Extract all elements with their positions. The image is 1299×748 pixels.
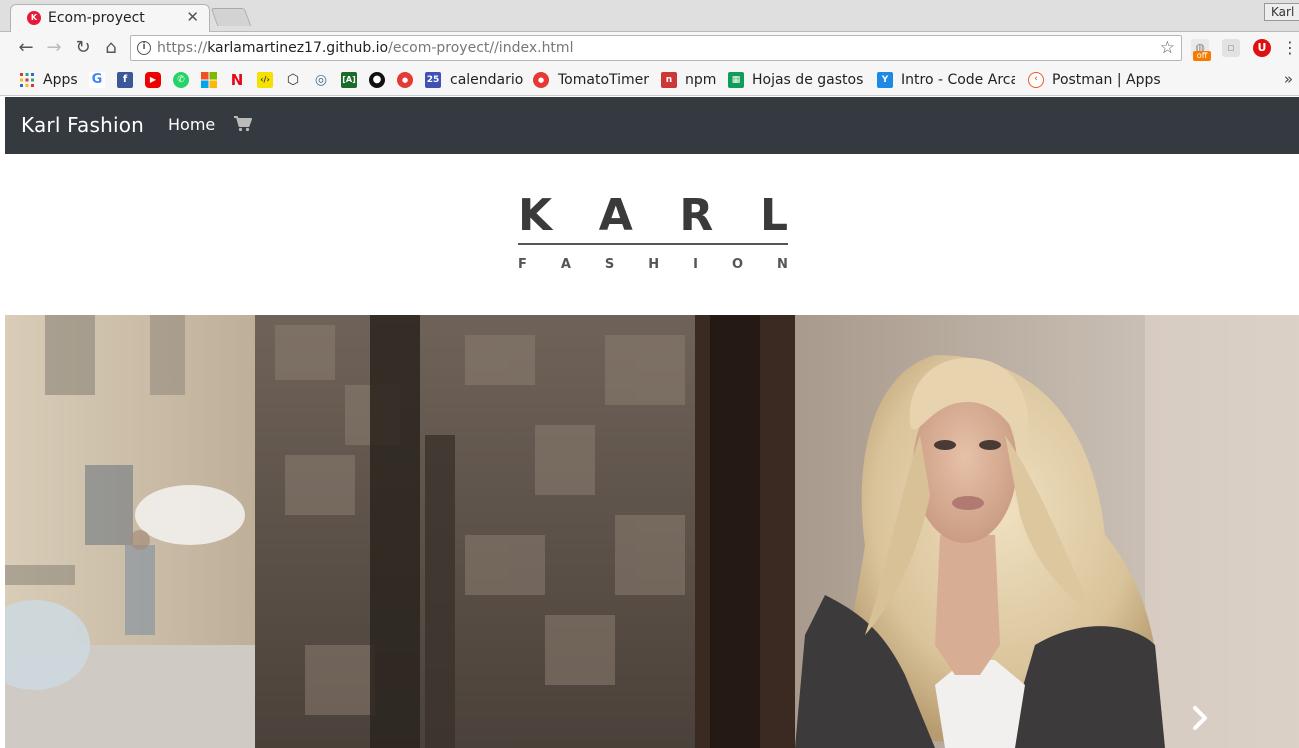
- back-arrow-icon[interactable]: ←: [15, 37, 37, 59]
- extension-off-badge: off: [1193, 51, 1211, 61]
- extension-red-icon[interactable]: U: [1253, 39, 1271, 57]
- browser-tab-active[interactable]: K Ecom-proyect ✕: [10, 4, 210, 32]
- bookmark-npm[interactable]: npm: [685, 71, 716, 89]
- reload-icon[interactable]: ↻: [72, 37, 94, 59]
- close-icon[interactable]: ✕: [186, 8, 199, 26]
- profile-button[interactable]: Karl: [1264, 3, 1299, 21]
- bookmark-star-icon[interactable]: ☆: [1160, 38, 1175, 58]
- youtube-icon[interactable]: ▶: [145, 72, 161, 88]
- sheets-icon[interactable]: ▦: [728, 72, 744, 88]
- whatsapp-icon[interactable]: ✆: [173, 72, 189, 88]
- logo-main-text: K A R L: [518, 190, 788, 241]
- bookmarks-bar: Apps G f ▶ ✆ N ‹/› ⬡ ◎ [A] ● ● 25 calend…: [0, 64, 1299, 96]
- navbar-brand[interactable]: Karl Fashion: [21, 113, 144, 137]
- logo-divider: [518, 243, 788, 245]
- forward-arrow-icon[interactable]: →: [43, 37, 65, 59]
- bookmark-postman-apps[interactable]: Postman | Apps: [1052, 71, 1161, 89]
- url-text[interactable]: https://karlamartinez17.github.io/ecom-p…: [157, 40, 573, 56]
- apps-grid-icon[interactable]: [19, 72, 35, 88]
- google-icon[interactable]: G: [89, 72, 105, 88]
- microsoft-icon[interactable]: [201, 72, 217, 88]
- bookmark-tomatotimer[interactable]: TomatoTimer: [558, 71, 649, 89]
- npm-icon[interactable]: n: [661, 72, 677, 88]
- shopping-cart-icon[interactable]: [233, 114, 253, 134]
- new-tab-button[interactable]: [210, 8, 252, 26]
- extension-gray-icon[interactable]: ▫: [1222, 39, 1240, 57]
- browser-menu-icon[interactable]: ⋮: [1281, 39, 1299, 57]
- site-navbar: Karl Fashion Home: [5, 97, 1299, 154]
- bookmark-intro-code-arca[interactable]: Intro - Code Arca: [901, 71, 1015, 89]
- logo-section: K A R L F A S H I O N: [5, 154, 1299, 315]
- bookmark-calendario[interactable]: calendario: [450, 71, 523, 89]
- calendar-icon: 25: [425, 72, 441, 88]
- browser-toolbar: ← → ↻ ⌂ i https://karlamartinez17.github…: [0, 32, 1299, 64]
- nav-home-link[interactable]: Home: [168, 115, 215, 134]
- site-favicon-icon: K: [27, 11, 41, 25]
- karl-fashion-logo[interactable]: K A R L F A S H I O N: [518, 191, 788, 281]
- netflix-icon[interactable]: N: [229, 72, 245, 88]
- info-icon[interactable]: i: [137, 41, 151, 55]
- hero-image: [5, 315, 1299, 748]
- codepen-icon[interactable]: ⬡: [285, 72, 301, 88]
- tomato-icon[interactable]: ●: [533, 72, 549, 88]
- codepen-yellow-icon[interactable]: ‹/›: [257, 72, 273, 88]
- home-icon[interactable]: ⌂: [100, 37, 122, 59]
- adobe-green-icon[interactable]: [A]: [341, 72, 357, 88]
- postman-icon[interactable]: ‹: [1028, 72, 1044, 88]
- tab-title: Ecom-proyect: [48, 10, 145, 26]
- browser-tabstrip: K Ecom-proyect ✕ Karl: [0, 0, 1299, 32]
- address-bar[interactable]: i https://karlamartinez17.github.io/ecom…: [130, 35, 1182, 61]
- bookmark-hojas-de-gastos[interactable]: Hojas de gastos: [752, 71, 864, 89]
- facebook-icon[interactable]: f: [117, 72, 133, 88]
- webpage: Karl Fashion Home K A R L F A S H I O N: [5, 97, 1299, 748]
- tomato-icon[interactable]: ●: [397, 72, 413, 88]
- hero-carousel: [5, 315, 1299, 748]
- bookmark-apps[interactable]: Apps: [43, 71, 78, 89]
- github-icon[interactable]: ●: [369, 72, 385, 88]
- carousel-next-icon[interactable]: [1189, 705, 1211, 731]
- bookmarks-overflow-icon[interactable]: »: [1284, 70, 1293, 88]
- logo-sub-text: F A S H I O N: [518, 257, 788, 272]
- circle-logo-icon[interactable]: ◎: [313, 72, 329, 88]
- codearcade-icon[interactable]: Y: [877, 72, 893, 88]
